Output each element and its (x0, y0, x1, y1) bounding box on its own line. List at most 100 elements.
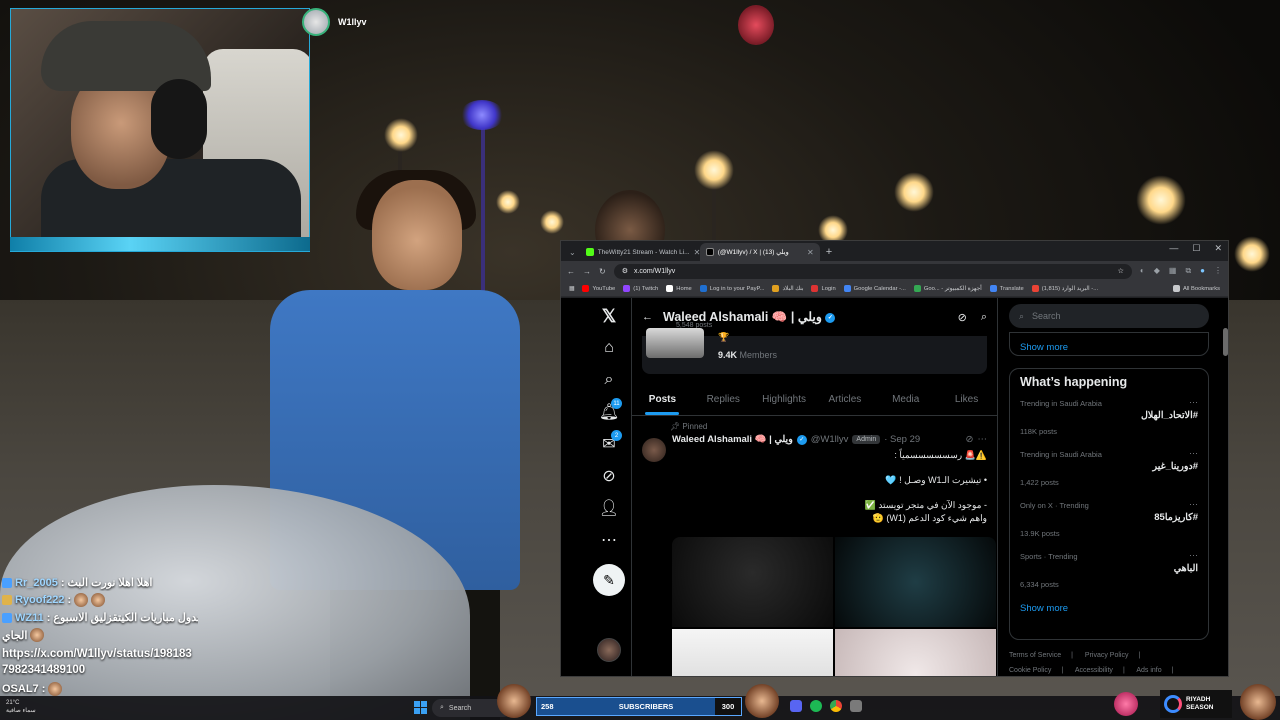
scrollbar[interactable] (1223, 328, 1228, 356)
close-icon[interactable]: ✕ (694, 248, 700, 257)
explore-search-icon[interactable]: ⌕ (595, 366, 623, 394)
app-icon[interactable] (850, 700, 862, 712)
reload-icon[interactable]: ↻ (599, 267, 606, 276)
notifications-bell-icon[interactable]: 🔔︎ 11 (595, 398, 623, 426)
bookmark-item[interactable]: Log in to your PayP... (699, 285, 764, 292)
trend-item[interactable]: Only on X · Trending ⋯ #كاريزما85 13.9K … (1020, 499, 1198, 552)
notifications-badge: 11 (611, 398, 622, 409)
tweet-date[interactable]: · Sep 29 (884, 434, 920, 445)
emote-icon (48, 682, 63, 696)
bookmark-item[interactable]: (1,815) البريد الوارد -... (1031, 285, 1098, 292)
translate-icon (989, 285, 997, 292)
bookmark-item[interactable]: YouTube (582, 285, 615, 292)
trend-item[interactable]: Trending in Saudi Arabia ⋯ #الاتحاد_الهل… (1020, 397, 1198, 450)
tab-likes[interactable]: Likes (936, 384, 997, 415)
grok-icon[interactable]: ⊘ (595, 462, 623, 490)
spotify-icon[interactable] (810, 700, 822, 712)
x-logo-icon (666, 285, 674, 292)
new-tab-button[interactable]: + (820, 246, 838, 261)
discord-icon[interactable] (790, 700, 802, 712)
bookmark-star-icon[interactable]: ☆ (1118, 267, 1124, 275)
chat-message: Rr_2005 : اهلا اهلا نورت البث (0, 574, 198, 591)
more-options-icon[interactable]: ⋯ (1189, 550, 1198, 561)
tweet-author-name[interactable]: Waleed Alshamali 🧠 | ويلي (672, 434, 793, 445)
trend-item[interactable]: Sports · Trending ⋯ الباهي 6,334 posts (1020, 550, 1198, 603)
apps-grid-icon[interactable]: ▦ (569, 286, 574, 292)
footer-link[interactable]: Ads info (1136, 667, 1161, 674)
back-icon[interactable]: ← (567, 267, 575, 276)
admin-badge: Admin (852, 435, 881, 444)
search-input[interactable]: ⌕ Search (1009, 304, 1209, 328)
profile-person-icon[interactable]: 👤︎ (595, 494, 623, 522)
address-bar[interactable]: ⚙ x.com/W1llyv ☆ (613, 263, 1132, 279)
extension-icon[interactable]: ▦ (1169, 266, 1177, 276)
tweet-avatar[interactable] (642, 438, 666, 462)
bookmark-item[interactable]: Home (666, 285, 692, 292)
tab-search-icon[interactable]: ⌄ (565, 248, 580, 261)
tab-x-profile[interactable]: (@W1llyv) / X | ويلي (13) ✕ (699, 243, 820, 261)
extension-icon[interactable]: ◐ (1140, 266, 1145, 276)
footer-link[interactable]: Terms of Service (1009, 652, 1061, 659)
chat-link[interactable]: https://x.com/W1llyv/status/198183798234… (0, 644, 198, 680)
close-icon[interactable]: ✕ (807, 248, 814, 257)
more-options-icon[interactable]: ⋯ (978, 434, 988, 445)
weather-widget[interactable]: 21°C سماء صافية (6, 699, 36, 715)
site-info-icon[interactable]: ⚙ (622, 267, 628, 275)
trend-item[interactable]: Trending in Saudi Arabia ⋯ #دورينا_غير 1… (1020, 448, 1198, 501)
x-logo-icon[interactable]: 𝕏 (595, 302, 623, 330)
tab-posts[interactable]: Posts (632, 384, 693, 415)
post-button[interactable]: ✎ (593, 564, 625, 596)
tweet-handle[interactable]: @W1llyv (811, 434, 849, 445)
back-arrow-icon[interactable]: ← (642, 311, 653, 323)
extensions-puzzle-icon[interactable]: ⧉ (1185, 266, 1191, 276)
search-icon[interactable]: ⌕ (981, 311, 987, 324)
tab-highlights[interactable]: Highlights (754, 384, 815, 415)
maximize-icon[interactable]: ☐ (1192, 243, 1200, 254)
bookmark-item[interactable]: Translate (989, 285, 1024, 292)
bookmark-item[interactable]: بنك البلاد (772, 285, 803, 292)
more-options-icon[interactable]: ⋯ (1189, 499, 1198, 510)
bookmark-item[interactable]: (1) Twitch (623, 285, 658, 292)
tweet-image[interactable] (835, 537, 996, 627)
windows-start-icon[interactable] (414, 701, 427, 714)
weather-temp: 21°C (6, 700, 20, 706)
extension-icon[interactable]: ◆ (1154, 266, 1160, 276)
all-bookmarks[interactable]: All Bookmarks (1172, 285, 1220, 292)
footer-link[interactable]: Accessibility (1075, 667, 1113, 674)
tweet-image[interactable] (835, 629, 996, 676)
community-card[interactable]: 🏆 9.4K Members (642, 328, 987, 374)
tab-media[interactable]: Media (875, 384, 936, 415)
chrome-icon[interactable] (830, 700, 842, 712)
menu-kebab-icon[interactable]: ⋮ (1214, 266, 1222, 276)
bookmark-item[interactable]: Google Calendar -... (843, 285, 906, 292)
tab-articles[interactable]: Articles (814, 384, 875, 415)
footer-link[interactable]: Cookie Policy (1009, 667, 1051, 674)
forward-icon[interactable]: → (583, 267, 591, 276)
tweet-image[interactable] (672, 537, 833, 627)
grok-icon[interactable]: ⊘ (958, 311, 967, 324)
tab-kick-stream[interactable]: TheWitty21 Stream - Watch Li... ✕ (580, 243, 700, 261)
tab-replies[interactable]: Replies (693, 384, 754, 415)
minimize-icon[interactable]: — (1169, 243, 1178, 254)
pinned-tweet[interactable]: 📌︎ Pinned Waleed Alshamali 🧠 | ويلي ✓ @W… (632, 416, 997, 676)
bookmark-item[interactable]: Goo... - أجهزة الكمبيوتر (913, 285, 982, 292)
profile-icon[interactable]: ● (1200, 266, 1205, 276)
show-more-link[interactable]: Show more (1020, 342, 1068, 353)
more-options-icon[interactable]: ⋯ (1189, 448, 1198, 459)
more-options-icon[interactable]: ⋯ (1189, 397, 1198, 408)
grok-icon[interactable]: ⊘ (966, 434, 974, 445)
show-more-link[interactable]: Show more (1020, 603, 1198, 614)
tweet-image[interactable] (672, 629, 833, 676)
account-avatar[interactable] (597, 638, 621, 662)
messages-envelope-icon[interactable]: ✉ 2 (595, 430, 623, 458)
community-members: 9.4K Members (718, 350, 778, 360)
bookmark-item[interactable]: Login (811, 285, 836, 292)
footer-link[interactable]: Privacy Policy (1085, 652, 1129, 659)
more-circle-icon[interactable]: ⋯ (595, 526, 623, 554)
chat-link-text[interactable]: https://x.com/W1llyv/status/198183798234… (2, 646, 196, 678)
close-window-icon[interactable]: ✕ (1214, 243, 1222, 254)
home-icon[interactable]: ⌂ (595, 334, 623, 362)
subs-label: SUBSCRIBERS (618, 702, 674, 711)
search-icon: ⌕ (440, 704, 444, 711)
calendar-icon (843, 285, 851, 292)
